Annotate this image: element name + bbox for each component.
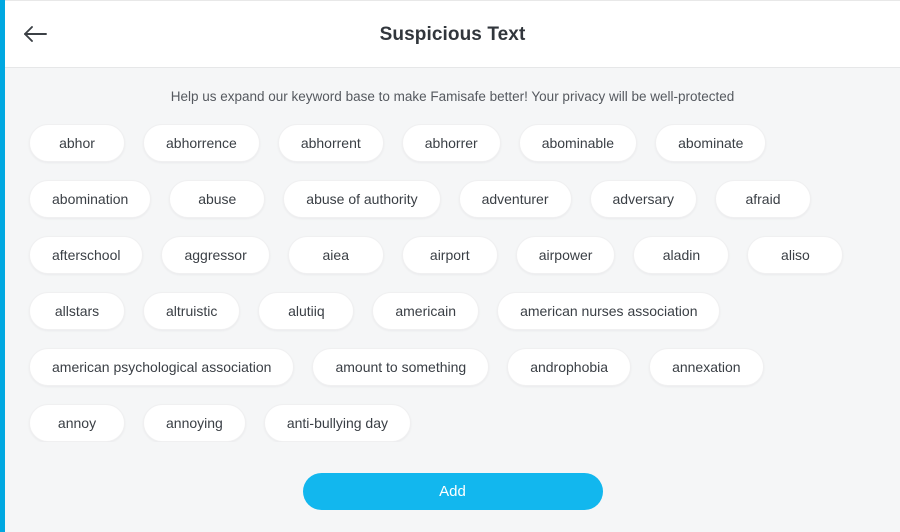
add-button[interactable]: Add [302, 473, 603, 510]
keyword-tag[interactable]: adversary [589, 179, 697, 218]
keyword-tag[interactable]: aiea [287, 235, 384, 274]
keyword-tag[interactable]: abominable [518, 123, 638, 162]
keyword-tag[interactable]: adventurer [458, 179, 572, 218]
keyword-tag[interactable]: american nurses association [497, 291, 721, 330]
keyword-tag[interactable]: americain [372, 291, 480, 330]
keyword-tag[interactable]: airpower [515, 235, 616, 274]
keyword-tag[interactable]: abuse [169, 179, 266, 218]
keyword-tag[interactable]: annoy [29, 403, 125, 442]
app-rail [0, 0, 5, 532]
keyword-tag[interactable]: abhor [29, 123, 125, 162]
keyword-tag[interactable]: alutiiq [258, 291, 355, 330]
keyword-tag[interactable]: american psychological association [29, 347, 295, 386]
privacy-subtitle: Help us expand our keyword base to make … [170, 89, 735, 104]
page-header: Suspicious Text [5, 0, 900, 68]
keyword-tag-list: abhor abhorrence abhorrent abhorrer abominab… [5, 123, 900, 442]
page-body: Help us expand our keyword base to make … [5, 68, 900, 459]
back-button[interactable] [15, 14, 55, 54]
page-footer: Add [5, 459, 900, 532]
keyword-tag[interactable]: aliso [747, 235, 844, 274]
page-container: Suspicious Text Help us expand our keywo… [5, 0, 900, 532]
keyword-tag[interactable]: annoying [143, 403, 246, 442]
keyword-tag[interactable]: airport [401, 235, 498, 274]
keyword-tag[interactable]: abominate [655, 123, 767, 162]
keyword-tag[interactable]: abhorrer [401, 123, 501, 162]
keyword-tag[interactable]: abuse of authority [283, 179, 441, 218]
keyword-tag[interactable]: altruistic [143, 291, 241, 330]
keyword-tag[interactable]: aggressor [161, 235, 270, 274]
page-title: Suspicious Text [379, 23, 526, 45]
keyword-tag[interactable]: afterschool [29, 235, 144, 274]
keyword-tag[interactable]: anti-bullying day [263, 403, 411, 442]
arrow-left-icon [22, 24, 48, 44]
keyword-tag[interactable]: annexation [649, 347, 764, 386]
keyword-tag[interactable]: androphobia [507, 347, 632, 386]
keyword-tag[interactable]: abhorrent [277, 123, 384, 162]
keyword-tag[interactable]: abomination [29, 179, 152, 218]
keyword-tag[interactable]: aladin [633, 235, 730, 274]
keyword-tag[interactable]: allstars [29, 291, 125, 330]
keyword-tag[interactable]: abhorrence [143, 123, 260, 162]
keyword-tag[interactable]: afraid [714, 179, 811, 218]
keyword-tag[interactable]: amount to something [312, 347, 490, 386]
